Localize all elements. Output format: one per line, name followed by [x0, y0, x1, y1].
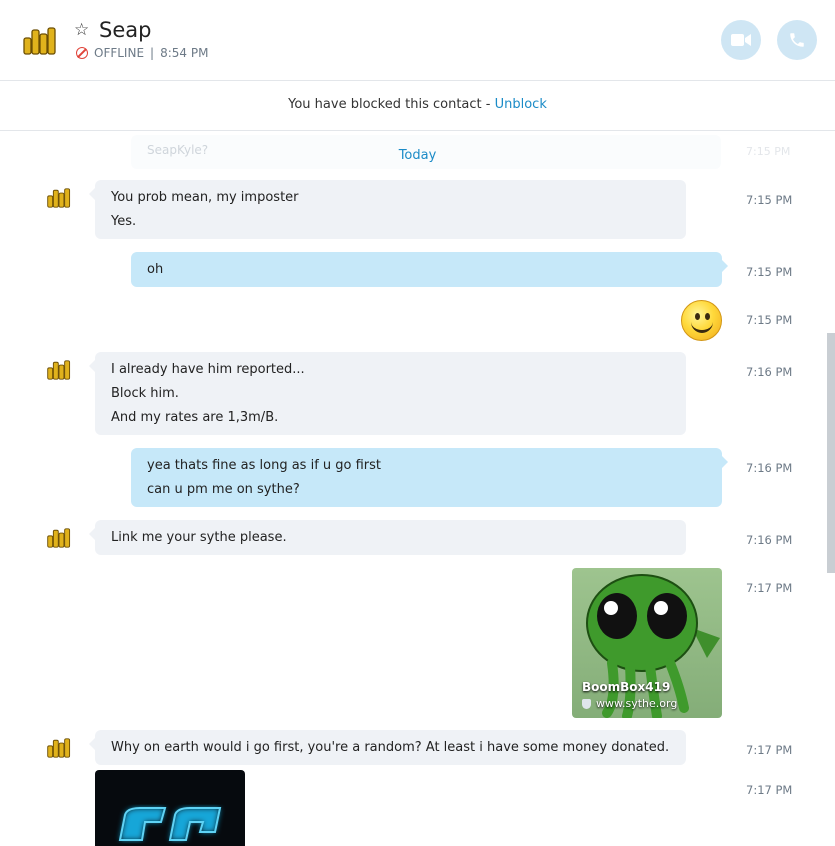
message-line: Block him.: [111, 386, 179, 401]
contact-status: OFFLINE | 8:54 PM: [76, 46, 208, 60]
unblock-link[interactable]: Unblock: [495, 97, 547, 112]
date-divider: Today: [398, 148, 437, 163]
outgoing-message[interactable]: oh: [131, 252, 728, 287]
card-url[interactable]: www.sythe.org: [596, 697, 677, 710]
message-time: 7:17 PM: [746, 743, 793, 757]
smiley-emoji-icon[interactable]: [681, 300, 722, 341]
video-call-button[interactable]: [721, 20, 761, 60]
incoming-message[interactable]: Link me your sythe please.: [89, 520, 686, 555]
message-time: 7:16 PM: [746, 461, 793, 475]
audio-call-button[interactable]: [777, 20, 817, 60]
message-time: 7:15 PM: [746, 193, 793, 207]
blocked-contact-banner: You have blocked this contact - Unblock: [0, 81, 835, 131]
incoming-message[interactable]: You prob mean, my imposter Yes.: [89, 180, 686, 239]
favorite-star-icon[interactable]: ☆: [74, 20, 89, 40]
message-time: 7:17 PM: [746, 581, 793, 595]
last-seen-time: 8:54 PM: [160, 46, 209, 60]
blocked-text: You have blocked this contact -: [288, 97, 495, 112]
contact-avatar-small[interactable]: [46, 736, 72, 760]
contact-avatar-small[interactable]: [46, 186, 72, 210]
message-time: 7:16 PM: [746, 365, 793, 379]
message-line: can u pm me on sythe?: [147, 482, 300, 497]
message-time: 7:15 PM: [746, 313, 793, 327]
message-line: oh: [147, 262, 164, 277]
card-subtitle: www.sythe.org: [582, 697, 677, 710]
message-time: 7:16 PM: [746, 533, 793, 547]
card-title: BoomBox419: [582, 680, 671, 694]
cthulhu-avatar-image: [586, 574, 720, 718]
message-line: You prob mean, my imposter: [111, 190, 299, 205]
message-time: 7:17 PM: [746, 783, 793, 797]
incoming-message[interactable]: Why on earth would i go first, you're a …: [89, 730, 686, 765]
chat-header: ☆ Seap OFFLINE | 8:54 PM: [0, 0, 835, 81]
message-line: And my rates are 1,3m/B.: [111, 410, 279, 425]
glowing-logo-image: [118, 807, 222, 841]
message-line: Link me your sythe please.: [111, 530, 287, 545]
contact-avatar-small[interactable]: [46, 526, 72, 550]
contact-avatar[interactable]: [22, 24, 58, 58]
message-time: 7:15 PM: [746, 265, 793, 279]
incoming-message[interactable]: I already have him reported... Block him…: [89, 352, 686, 435]
shield-icon: [582, 698, 591, 709]
outgoing-message[interactable]: yea thats fine as long as if u go first …: [131, 448, 728, 507]
emoji-eye: [695, 313, 700, 320]
shared-image[interactable]: [95, 770, 245, 846]
contact-name: Seap: [99, 18, 152, 42]
link-preview-card[interactable]: BoomBox419 www.sythe.org: [572, 568, 722, 718]
message-line: Yes.: [111, 214, 137, 229]
emoji-eye: [705, 313, 710, 320]
offline-icon: [76, 47, 88, 59]
scrollbar-thumb[interactable]: [827, 333, 835, 573]
message-line: I already have him reported...: [111, 362, 305, 377]
status-text: OFFLINE: [94, 46, 145, 60]
emoji-mouth: [691, 320, 713, 333]
status-separator: |: [150, 46, 155, 60]
contact-avatar-small[interactable]: [46, 358, 72, 382]
message-line: Why on earth would i go first, you're a …: [111, 740, 670, 755]
phone-icon: [790, 33, 804, 47]
conversation-area[interactable]: SeapKyle? 7:15 PM Today You prob mean, m…: [0, 131, 835, 846]
message-line: yea thats fine as long as if u go first: [147, 458, 382, 473]
video-camera-icon: [731, 34, 751, 46]
